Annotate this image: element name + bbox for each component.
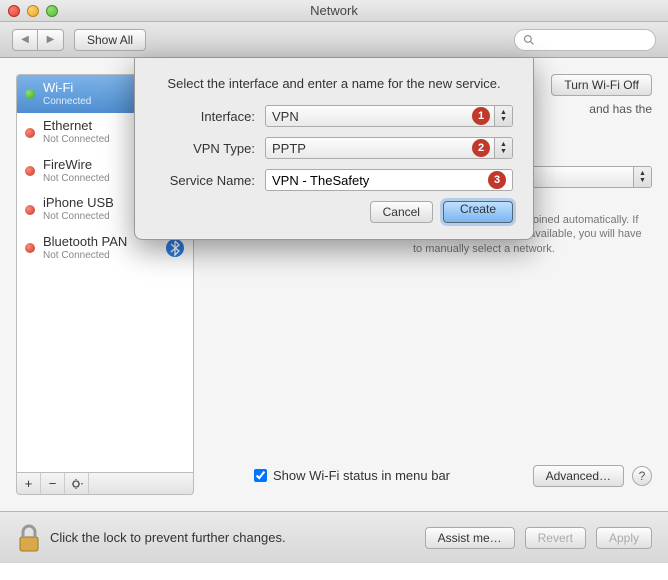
show-status-label: Show Wi-Fi status in menu bar	[273, 468, 450, 483]
close-icon[interactable]	[8, 5, 20, 17]
chevron-updown-icon: ▲▼	[494, 106, 512, 126]
forward-button[interactable]: ▶	[38, 29, 64, 51]
nav-segment: ◀ ▶	[12, 29, 64, 51]
vpn-type-select[interactable]: PPTP 2 ▲▼	[265, 137, 513, 159]
window-title: Network	[310, 3, 358, 18]
cancel-button[interactable]: Cancel	[370, 201, 433, 223]
status-dot-icon	[25, 243, 35, 253]
vpn-type-value: PPTP	[272, 141, 306, 156]
service-name-label: Service Name:	[155, 173, 265, 188]
status-dot-icon	[25, 205, 35, 215]
service-name-input[interactable]	[272, 173, 506, 188]
new-service-sheet: Select the interface and enter a name fo…	[134, 58, 534, 240]
zoom-icon[interactable]	[46, 5, 58, 17]
advanced-button[interactable]: Advanced…	[533, 465, 624, 487]
search-field[interactable]	[514, 29, 656, 51]
apply-button[interactable]: Apply	[596, 527, 652, 549]
annotation-badge-1: 1	[472, 107, 490, 125]
interface-select[interactable]: VPN 1 ▲▼	[265, 105, 513, 127]
back-button[interactable]: ◀	[12, 29, 38, 51]
sidebar-toolbar: + −	[16, 473, 194, 495]
sheet-title: Select the interface and enter a name fo…	[155, 76, 513, 91]
lock-text: Click the lock to prevent further change…	[50, 530, 286, 545]
annotation-badge-3: 3	[488, 171, 506, 189]
show-all-button[interactable]: Show All	[74, 29, 146, 51]
status-dot-icon	[25, 128, 35, 138]
gear-icon	[71, 478, 83, 490]
interface-label: Interface:	[155, 109, 265, 124]
interface-action-button[interactable]	[65, 473, 89, 494]
remove-interface-button[interactable]: −	[41, 473, 65, 494]
footer: Click the lock to prevent further change…	[0, 511, 668, 563]
search-icon	[523, 34, 535, 46]
window-titlebar: Network	[0, 0, 668, 22]
status-dot-icon	[25, 89, 35, 99]
assist-me-button[interactable]: Assist me…	[425, 527, 515, 549]
window-controls	[8, 5, 58, 17]
search-input[interactable]	[539, 33, 639, 47]
wifi-off-button[interactable]: Turn Wi-Fi Off	[551, 74, 652, 96]
annotation-badge-2: 2	[472, 139, 490, 157]
status-dot-icon	[25, 166, 35, 176]
lock-icon[interactable]	[16, 523, 42, 553]
create-button[interactable]: Create	[443, 201, 513, 223]
add-interface-button[interactable]: +	[17, 473, 41, 494]
show-status-checkbox[interactable]	[254, 469, 267, 482]
revert-button[interactable]: Revert	[525, 527, 586, 549]
vpn-type-label: VPN Type:	[155, 141, 265, 156]
chevron-updown-icon: ▲▼	[494, 138, 512, 158]
toolbar: ◀ ▶ Show All	[0, 22, 668, 58]
help-button[interactable]: ?	[632, 466, 652, 486]
minimize-icon[interactable]	[27, 5, 39, 17]
service-name-field[interactable]: 3	[265, 169, 513, 191]
iface-status: Not Connected	[43, 250, 157, 262]
interface-value: VPN	[272, 109, 299, 124]
